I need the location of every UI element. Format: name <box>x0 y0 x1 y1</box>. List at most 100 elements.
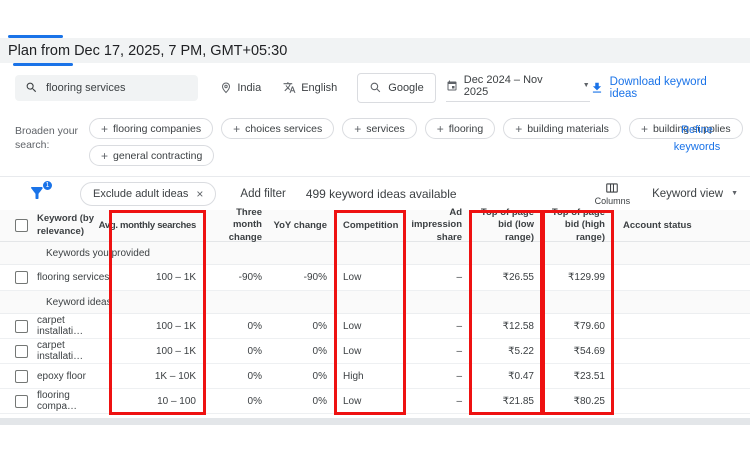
row-checkbox[interactable] <box>15 344 28 358</box>
broaden-chip-label: choices services <box>245 122 323 135</box>
cell-bid-low: ₹0.47 <box>508 370 534 382</box>
location-value: India <box>237 81 262 94</box>
header-competition[interactable]: Competition <box>335 220 405 231</box>
cell-keyword: carpet installati… <box>0 340 110 362</box>
broaden-chip[interactable]: + services <box>342 118 417 139</box>
broaden-label: Broaden your search: <box>15 125 79 152</box>
cell-yoy: 0% <box>312 320 327 332</box>
plus-icon: + <box>640 121 648 136</box>
chevron-down-icon: ▼ <box>731 190 738 197</box>
header-top-bid-high[interactable]: Top of page bid (high range) <box>542 207 613 244</box>
broaden-chip[interactable]: + flooring companies <box>89 118 214 139</box>
plan-title-bar: Plan from Dec 17, 2025, 7 PM, GMT+05:30 <box>0 38 750 63</box>
add-filter-button[interactable]: Add filter <box>240 188 285 200</box>
plus-icon: + <box>101 121 109 136</box>
cell-three-month: 0% <box>247 395 262 407</box>
filters-button[interactable]: 1 <box>28 179 53 204</box>
cell-bid-high: ₹23.51 <box>573 370 605 382</box>
row-checkbox[interactable] <box>15 271 28 284</box>
cell-three-month: 0% <box>247 320 262 332</box>
close-icon[interactable]: × <box>196 187 203 201</box>
plus-icon: + <box>101 148 109 163</box>
keyword-table: Keyword (by relevance) Avg. monthly sear… <box>0 207 750 415</box>
table-header-row: Keyword (by relevance) Avg. monthly sear… <box>0 207 750 244</box>
row-checkbox[interactable] <box>15 394 28 408</box>
cell-ad-share: – <box>456 320 462 332</box>
date-range-value: Dec 2024 – Nov 2025 <box>463 73 543 98</box>
plus-icon: + <box>436 121 444 136</box>
header-three-month-change[interactable]: Three month change <box>205 207 270 244</box>
cell-ad-share: – <box>456 345 462 357</box>
cell-keyword: carpet installati… <box>0 315 110 337</box>
cell-bid-high: ₹79.60 <box>573 320 605 332</box>
row-checkbox[interactable] <box>15 369 28 383</box>
cell-bid-high: ₹129.99 <box>568 272 605 283</box>
date-range-selector[interactable]: Dec 2024 – Nov 2025 ▼ <box>445 73 590 102</box>
page-title: Plan from Dec 17, 2025, 7 PM, GMT+05:30 <box>8 42 288 59</box>
header-avg-monthly-searches[interactable]: Avg. monthly searches <box>99 220 205 231</box>
cell-bid-low: ₹26.55 <box>502 272 534 283</box>
active-tab-indicator-bottom <box>13 63 73 66</box>
cell-avg: 1K – 10K <box>154 370 196 382</box>
chips-row-1: + flooring companies + choices services + ser… <box>89 118 743 139</box>
header-account-status[interactable]: Account status <box>613 220 750 231</box>
table-row: flooring compa… 10 – 100 0% 0% Low – ₹21.85 ₹80… <box>0 389 750 414</box>
row-checkbox[interactable] <box>15 319 28 333</box>
cell-bid-high: ₹80.25 <box>573 395 605 407</box>
broaden-chip[interactable]: + general contracting <box>89 145 215 166</box>
cell-bid-low: ₹12.58 <box>502 320 534 332</box>
cell-ad-share: – <box>456 370 462 382</box>
keyword-text: flooring compa… <box>37 390 78 412</box>
plus-icon: + <box>354 121 362 136</box>
keyword-text: carpet installati… <box>37 340 84 362</box>
header-top-bid-low[interactable]: Top of page bid (low range) <box>470 207 542 244</box>
plus-icon: + <box>515 121 523 136</box>
columns-button[interactable]: Columns <box>594 181 631 206</box>
filter-bar: 1 Exclude adult ideas × Add filter 499 k… <box>0 176 750 210</box>
filter-count-badge: 1 <box>42 179 53 191</box>
cell-keyword: flooring services <box>0 271 110 284</box>
keyword-text: carpet installati… <box>37 315 84 337</box>
table-row: flooring services 100 – 1K -90% -90% Low – ₹26… <box>0 265 750 291</box>
location-selector[interactable]: India <box>220 82 261 94</box>
network-selector[interactable]: Google <box>357 72 436 103</box>
cell-three-month: 0% <box>247 370 262 382</box>
broaden-chip-label: building materials <box>527 122 609 135</box>
cell-avg: 100 – 1K <box>155 320 196 332</box>
keyword-text: flooring services <box>37 272 110 283</box>
broaden-chip-label: flooring companies <box>113 122 202 135</box>
filter-chip-exclude-adult-ideas[interactable]: Exclude adult ideas × <box>80 181 217 206</box>
table-section-label: Keywords you provided <box>0 242 750 265</box>
keyword-text: epoxy floor <box>37 370 86 382</box>
cell-yoy: 0% <box>312 345 327 357</box>
table-row: epoxy floor 1K – 10K 0% 0% High – ₹0.47 ₹23.51 <box>0 364 750 389</box>
search-icon <box>25 81 38 94</box>
broaden-search-section: Broaden your search: + flooring companies… <box>0 112 750 176</box>
cell-competition: High <box>343 370 364 382</box>
translate-icon <box>283 81 296 94</box>
plus-icon: + <box>233 121 241 136</box>
header-ad-impression-share[interactable]: Ad impression share <box>405 207 470 244</box>
header-yoy-change[interactable]: YoY change <box>270 220 335 231</box>
search-input[interactable]: flooring services <box>15 74 199 101</box>
select-all-checkbox[interactable] <box>15 219 28 232</box>
broaden-chip[interactable]: + building materials <box>503 118 621 139</box>
refine-keywords-button[interactable]: Refine keywords <box>666 122 728 155</box>
broaden-chip[interactable]: + flooring <box>424 118 496 139</box>
language-selector[interactable]: English <box>283 81 337 94</box>
horizontal-scrollbar[interactable] <box>0 418 750 425</box>
header-keyword: Keyword (by relevance) <box>0 213 110 238</box>
keyword-view-dropdown[interactable]: Keyword view ▼ <box>652 188 738 200</box>
broaden-chips: + flooring companies + choices services + ser… <box>89 118 743 172</box>
columns-label: Columns <box>594 196 631 206</box>
cell-three-month: 0% <box>247 345 262 357</box>
cell-bid-high: ₹54.69 <box>573 345 605 357</box>
keyword-view-label: Keyword view <box>652 187 724 200</box>
cell-competition: Low <box>343 395 362 407</box>
table-row: carpet installati… 100 – 1K 0% 0% Low – ₹12.58… <box>0 314 750 339</box>
broaden-chip[interactable]: + choices services <box>221 118 335 139</box>
broaden-chip-label: general contracting <box>113 149 203 162</box>
download-keyword-ideas-button[interactable]: Download keyword ideas <box>590 76 736 100</box>
top-spacer <box>0 0 750 38</box>
cell-keyword: flooring compa… <box>0 390 110 412</box>
